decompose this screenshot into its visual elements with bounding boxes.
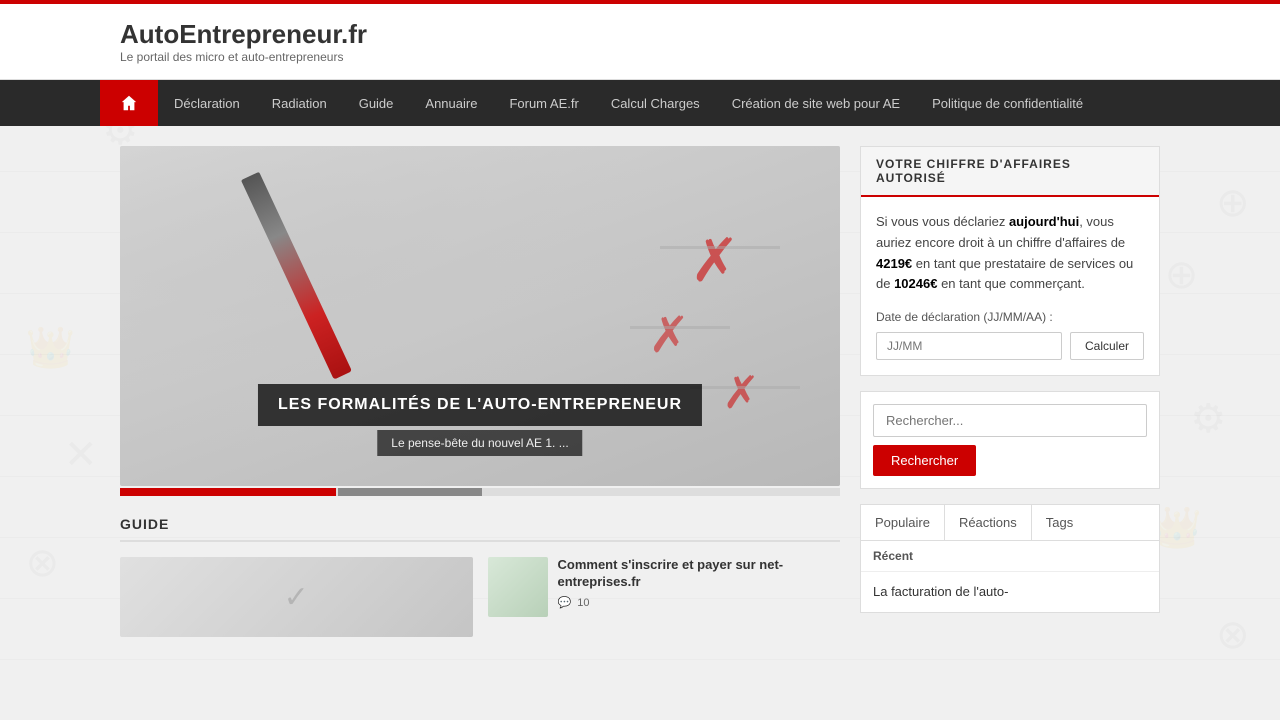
ca-today-bold: aujourd'hui [1009, 214, 1079, 229]
ca-amount1-bold: 4219€ [876, 256, 912, 271]
main-content: ✗ ✗ ✗ LES FORMALITÉS DE L'AUTO-ENTREPREN… [0, 126, 1280, 657]
checkmark-icon-3: ✗ [722, 366, 760, 419]
tab-tags[interactable]: Tags [1032, 505, 1087, 540]
ca-widget-header: VOTRE CHIFFRE D'AFFAIRES AUTORISÉ [861, 147, 1159, 197]
ca-widget-body: Si vous vous déclariez aujourd'hui, vous… [861, 197, 1159, 375]
ca-calc-button[interactable]: Calculer [1070, 332, 1144, 360]
progress-mid [338, 488, 482, 496]
guide-title: GUIDE [120, 516, 840, 542]
checkbox-line-2 [630, 326, 730, 329]
tabs-widget: Populaire Réactions Tags Récent La factu… [860, 504, 1160, 613]
ca-date-row: Calculer [876, 332, 1144, 360]
guide-section: GUIDE ✓ Comment s'inscrire et payer sur … [120, 516, 840, 637]
nav-item-radiation[interactable]: Radiation [256, 82, 343, 125]
nav-item-calcul[interactable]: Calcul Charges [595, 82, 716, 125]
ca-date-label: Date de déclaration (JJ/MM/AA) : [876, 310, 1144, 324]
hero-subtitle: Le pense-bête du nouvel AE 1. ... [377, 430, 582, 456]
nav-item-forum[interactable]: Forum AE.fr [493, 82, 594, 125]
site-title: AutoEntrepreneur.fr [120, 19, 1160, 50]
tabs-sub-label: Récent [861, 541, 1159, 572]
guide-item-comments: 💬 10 [558, 596, 841, 609]
guide-items: ✓ Comment s'inscrire et payer sur net-en… [120, 557, 840, 637]
image-placeholder-icon: ✓ [284, 580, 309, 615]
tab-reactions[interactable]: Réactions [945, 505, 1032, 540]
ca-amount2-bold: 10246€ [894, 276, 937, 291]
checkbox-line [660, 246, 780, 249]
checkmark-icon: ✗ [690, 226, 740, 296]
guide-item-comment-count: 10 [577, 597, 589, 609]
guide-item-title[interactable]: Comment s'inscrire et payer sur net-entr… [558, 557, 841, 591]
site-header: AutoEntrepreneur.fr Le portail des micro… [0, 0, 1280, 80]
ca-date-input[interactable] [876, 332, 1062, 360]
hero-title: LES FORMALITÉS DE L'AUTO-ENTREPRENEUR [278, 396, 682, 414]
main-nav: Déclaration Radiation Guide Annuaire For… [0, 80, 1280, 126]
guide-placeholder-image: ✓ [120, 557, 473, 637]
guide-item-image[interactable]: ✓ [120, 557, 473, 637]
page-wrapper: AutoEntrepreneur.fr Le portail des micro… [0, 0, 1280, 657]
hero-image: ✗ ✗ ✗ LES FORMALITÉS DE L'AUTO-ENTREPREN… [120, 146, 840, 486]
nav-item-annuaire[interactable]: Annuaire [409, 82, 493, 125]
nav-item-politique[interactable]: Politique de confidentialité [916, 82, 1099, 125]
recent-item[interactable]: La facturation de l'auto- [873, 582, 1147, 602]
nav-home-button[interactable] [100, 80, 158, 126]
hero-overlay: LES FORMALITÉS DE L'AUTO-ENTREPRENEUR [258, 384, 702, 426]
search-widget: Rechercher [860, 391, 1160, 489]
guide-item-thumbnail [488, 557, 548, 617]
tab-populaire[interactable]: Populaire [861, 505, 945, 540]
guide-item-content: Comment s'inscrire et payer sur net-entr… [558, 557, 841, 609]
tabs-header: Populaire Réactions Tags [861, 505, 1159, 541]
comment-icon: 💬 [558, 597, 572, 609]
checkmark-icon-2: ✗ [648, 306, 690, 364]
search-input[interactable] [873, 404, 1147, 437]
checkbox-line-3 [690, 386, 800, 389]
progress-fill [120, 488, 336, 496]
ca-widget: VOTRE CHIFFRE D'AFFAIRES AUTORISÉ Si vou… [860, 146, 1160, 376]
home-icon [120, 94, 138, 112]
progress-bar [120, 488, 840, 496]
guide-item-text-card[interactable]: Comment s'inscrire et payer sur net-entr… [488, 557, 841, 637]
nav-item-guide[interactable]: Guide [343, 82, 410, 125]
nav-item-declaration[interactable]: Déclaration [158, 82, 256, 125]
site-subtitle: Le portail des micro et auto-entrepreneu… [120, 50, 1160, 64]
right-column: VOTRE CHIFFRE D'AFFAIRES AUTORISÉ Si vou… [860, 146, 1160, 637]
left-column: ✗ ✗ ✗ LES FORMALITÉS DE L'AUTO-ENTREPREN… [120, 146, 840, 637]
ca-widget-text: Si vous vous déclariez aujourd'hui, vous… [876, 212, 1144, 295]
tabs-content: La facturation de l'auto- [861, 572, 1159, 612]
nav-item-creation[interactable]: Création de site web pour AE [716, 82, 916, 125]
search-button[interactable]: Rechercher [873, 445, 976, 476]
